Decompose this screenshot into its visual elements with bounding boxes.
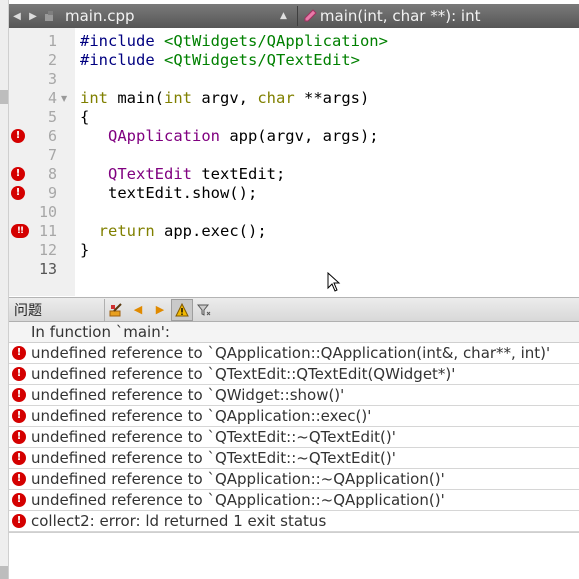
code-line: 5 { bbox=[9, 108, 579, 127]
line-number: 7 bbox=[47, 146, 57, 164]
code-text: QTextEdit textEdit; bbox=[108, 165, 286, 183]
issue-text: In function `main': bbox=[31, 323, 170, 341]
multiple-errors-marker-icon[interactable]: !! bbox=[11, 224, 29, 238]
line-number: 13 bbox=[38, 260, 57, 278]
issues-list: In function `main': ! undefined referenc… bbox=[9, 322, 579, 532]
issue-row[interactable]: ! undefined reference to `QTextEdit::QTe… bbox=[9, 364, 579, 385]
issue-text: undefined reference to `QApplication::QA… bbox=[31, 344, 551, 362]
strip-marker bbox=[0, 566, 8, 579]
code-line: 7 bbox=[9, 146, 579, 165]
code-line: ! 9 textEdit.show(); bbox=[9, 184, 579, 203]
line-number: 12 bbox=[38, 241, 57, 259]
issue-text: undefined reference to `QWidget::show()' bbox=[31, 386, 345, 404]
function-icon bbox=[302, 9, 318, 23]
code-line: ! 6 QApplication app(argv, args); bbox=[9, 127, 579, 146]
issue-text: undefined reference to `QTextEdit::~QTex… bbox=[31, 449, 396, 467]
fold-arrow-icon[interactable]: ▼ bbox=[61, 94, 67, 103]
line-number: 8 bbox=[47, 165, 57, 183]
line-number: 1 bbox=[47, 32, 57, 50]
line-number: 9 bbox=[47, 184, 57, 202]
issue-row[interactable]: ! undefined reference to `QTextEdit::~QT… bbox=[9, 427, 579, 448]
code-line: 12 } bbox=[9, 241, 579, 260]
line-number: 6 bbox=[47, 127, 57, 145]
code-line: 10 bbox=[9, 203, 579, 222]
code-line: 2 #include <QtWidgets/QTextEdit> bbox=[9, 51, 579, 70]
error-icon: ! bbox=[12, 367, 26, 381]
code-line: 1 #include <QtWidgets/QApplication> bbox=[9, 32, 579, 51]
issue-text: undefined reference to `QApplication::ex… bbox=[31, 407, 372, 425]
issue-row[interactable]: ! undefined reference to `QWidget::show(… bbox=[9, 385, 579, 406]
code-text: { bbox=[80, 108, 90, 126]
arrow-left-icon[interactable]: ◀ bbox=[9, 6, 25, 26]
issue-text: collect2: error: ld returned 1 exit stat… bbox=[31, 512, 327, 530]
chevron-updown-icon[interactable]: ▲ bbox=[280, 11, 287, 21]
filter-icon[interactable] bbox=[193, 299, 215, 321]
next-issue-icon[interactable]: ▶ bbox=[149, 299, 171, 321]
error-icon: ! bbox=[12, 472, 26, 486]
code-text: QApplication app(argv, args); bbox=[108, 127, 379, 145]
code-text: textEdit.show(); bbox=[80, 184, 258, 202]
strip-marker bbox=[0, 90, 8, 104]
error-icon: ! bbox=[12, 346, 26, 360]
issue-text: undefined reference to `QTextEdit::QText… bbox=[31, 365, 456, 383]
issue-row[interactable]: ! undefined reference to `QApplication::… bbox=[9, 490, 579, 511]
code-text: #include <QtWidgets/QTextEdit> bbox=[80, 51, 360, 69]
error-icon: ! bbox=[12, 388, 26, 402]
code-line: 13 bbox=[9, 260, 579, 279]
code-line: 3 bbox=[9, 70, 579, 89]
arrow-right-icon[interactable]: ▶ bbox=[25, 6, 41, 26]
issues-empty-area bbox=[9, 532, 579, 579]
issue-text: undefined reference to `QApplication::~Q… bbox=[31, 470, 445, 488]
error-icon: ! bbox=[12, 493, 26, 507]
issue-context-row[interactable]: In function `main': bbox=[9, 322, 579, 343]
issue-row[interactable]: ! undefined reference to `QApplication::… bbox=[9, 406, 579, 427]
editor-toolbar: ◀ ▶ main.cpp ▲ main(int, char **): int bbox=[9, 4, 579, 28]
issue-row[interactable]: ! undefined reference to `QTextEdit::~QT… bbox=[9, 448, 579, 469]
error-marker-icon[interactable]: ! bbox=[11, 129, 25, 143]
issue-text: undefined reference to `QApplication::~Q… bbox=[31, 491, 445, 509]
code-text: return app.exec(); bbox=[98, 222, 267, 240]
line-number: 5 bbox=[47, 108, 57, 126]
line-number: 2 bbox=[47, 51, 57, 69]
issue-row[interactable]: ! undefined reference to `QApplication::… bbox=[9, 469, 579, 490]
function-combo[interactable]: main(int, char **): int bbox=[320, 7, 481, 25]
code-text: #include <QtWidgets/QApplication> bbox=[80, 32, 388, 50]
error-icon: ! bbox=[12, 451, 26, 465]
code-line: !! 11 return app.exec(); bbox=[9, 222, 579, 241]
code-text: } bbox=[80, 241, 90, 259]
issues-pane-header: 问题 ◀ ▶ bbox=[9, 297, 579, 322]
mouse-pointer-icon bbox=[327, 271, 341, 296]
line-number: 11 bbox=[38, 222, 57, 240]
issues-pane-title: 问题 bbox=[14, 302, 42, 319]
previous-issue-icon[interactable]: ◀ bbox=[127, 299, 149, 321]
error-icon: ! bbox=[12, 430, 26, 444]
code-editor[interactable]: 1 #include <QtWidgets/QApplication> 2 #i… bbox=[9, 28, 579, 296]
line-number: 4 bbox=[47, 89, 57, 107]
code-line: ! 8 QTextEdit textEdit; bbox=[9, 165, 579, 184]
issue-row[interactable]: ! undefined reference to `QApplication::… bbox=[9, 343, 579, 364]
issue-row[interactable]: ! collect2: error: ld returned 1 exit st… bbox=[9, 511, 579, 532]
issue-text: undefined reference to `QTextEdit::~QTex… bbox=[31, 428, 396, 446]
line-number: 3 bbox=[47, 70, 57, 88]
code-line: 4 ▼ int main(int argv, char **args) bbox=[9, 89, 579, 108]
left-side-strip bbox=[0, 0, 9, 579]
file-name-combo[interactable]: main.cpp bbox=[65, 7, 280, 25]
warning-filter-icon[interactable] bbox=[171, 298, 193, 321]
error-marker-icon[interactable]: ! bbox=[11, 167, 25, 181]
error-icon: ! bbox=[12, 514, 26, 528]
line-number: 10 bbox=[38, 203, 57, 221]
code-text: int main(int argv, char **args) bbox=[80, 89, 370, 107]
document-icon[interactable] bbox=[41, 6, 57, 26]
clean-issues-icon[interactable] bbox=[105, 299, 127, 321]
error-marker-icon[interactable]: ! bbox=[11, 186, 25, 200]
error-icon: ! bbox=[12, 409, 26, 423]
toolbar-separator bbox=[296, 6, 298, 26]
